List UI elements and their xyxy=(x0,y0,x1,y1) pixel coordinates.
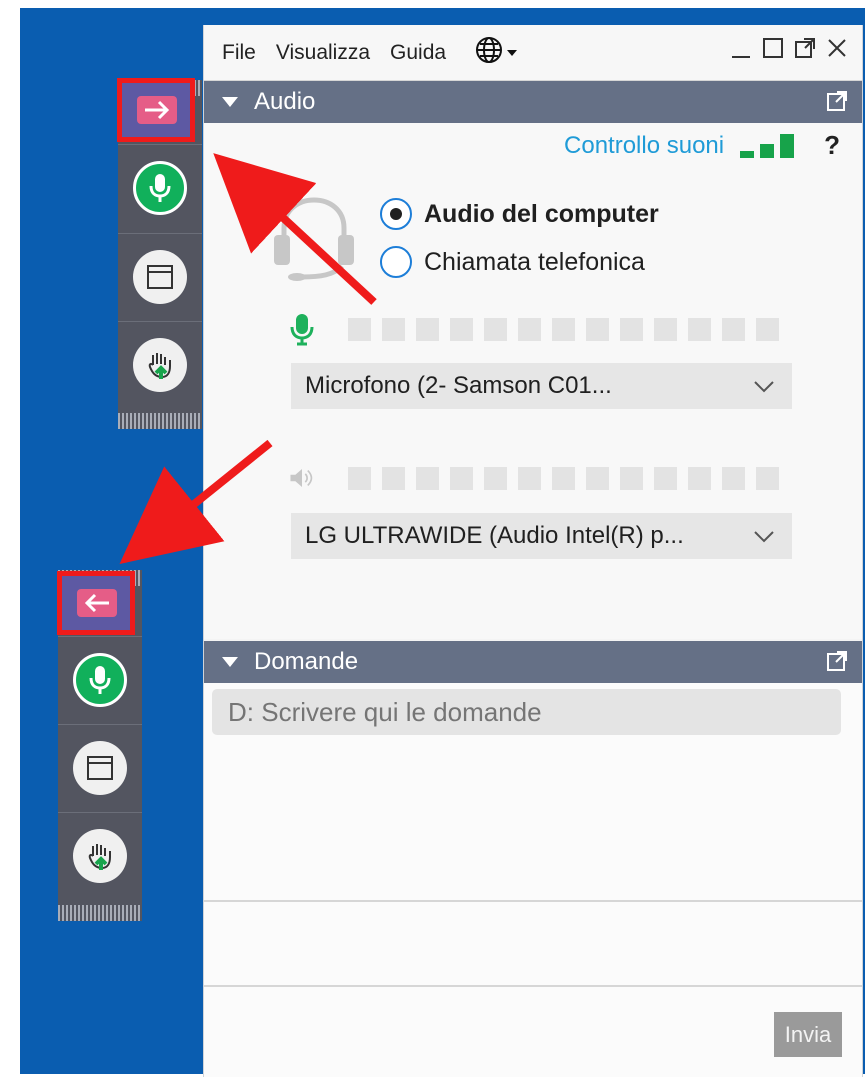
chevron-down-icon xyxy=(752,524,776,548)
microphone-icon xyxy=(133,161,187,215)
screen-icon xyxy=(133,250,187,304)
help-button[interactable]: ? xyxy=(824,130,840,161)
phone-call-radio[interactable] xyxy=(380,246,412,278)
hand-raise-icon xyxy=(73,829,127,883)
speaker-device-value: LG ULTRAWIDE (Audio Intel(R) p... xyxy=(305,522,684,549)
collapse-panel-toggle[interactable] xyxy=(117,78,195,142)
toolbar-microphone-button[interactable] xyxy=(118,144,202,231)
menu-file[interactable]: File xyxy=(220,38,258,67)
headset-icon xyxy=(262,193,356,281)
popout-icon xyxy=(827,651,847,671)
microphone-device-value: Microfono (2- Samson C01... xyxy=(305,372,612,399)
microphone-level-meter xyxy=(288,312,791,346)
audio-panel-header[interactable]: Audio xyxy=(204,81,862,123)
globe-icon xyxy=(474,35,504,71)
speaker-device-select[interactable]: LG ULTRAWIDE (Audio Intel(R) p... xyxy=(291,513,792,559)
audio-mode-radio-group: Audio del computer Chiamata telefonica xyxy=(380,190,659,286)
sound-check-link[interactable]: Controllo suoni xyxy=(564,133,724,158)
phone-call-label: Chiamata telefonica xyxy=(424,247,645,276)
toolbar-raise-hand-button[interactable] xyxy=(118,321,202,408)
audio-panel-title: Audio xyxy=(254,88,316,115)
toolbar-bottom-grip[interactable] xyxy=(118,413,202,429)
minimize-button[interactable] xyxy=(730,33,752,63)
speaker-meter-cells xyxy=(348,466,779,490)
dropdown-arrow-icon xyxy=(506,41,518,65)
audio-panel-popout-button[interactable] xyxy=(824,90,848,114)
caret-down-icon xyxy=(222,97,238,107)
audio-option-phone[interactable]: Chiamata telefonica xyxy=(380,238,659,286)
microphone-icon xyxy=(73,653,127,707)
sound-check-row: Controllo suoni ? xyxy=(564,130,840,161)
questions-panel-popout-button[interactable] xyxy=(824,650,848,674)
caret-down-icon xyxy=(222,657,238,667)
questions-panel-title: Domande xyxy=(254,648,359,675)
close-icon xyxy=(828,39,846,57)
chevron-down-icon xyxy=(752,374,776,398)
screen-icon xyxy=(73,741,127,795)
send-question-button[interactable]: Invia xyxy=(774,1012,842,1057)
screenshot-stage: File Visualizza Guida Audio Controllo su… xyxy=(0,0,865,1080)
speaker-icon xyxy=(288,461,316,495)
minimize-icon xyxy=(732,56,750,58)
popout-icon xyxy=(827,91,847,111)
menu-guide[interactable]: Guida xyxy=(388,38,448,67)
close-button[interactable] xyxy=(826,33,848,63)
meeting-control-panel: File Visualizza Guida Audio Controllo su… xyxy=(203,25,863,1077)
toolbar-screen-button[interactable] xyxy=(58,724,142,811)
questions-panel-header[interactable]: Domande xyxy=(204,641,862,683)
popout-button[interactable] xyxy=(794,33,816,63)
questions-divider-bottom xyxy=(204,985,862,987)
computer-audio-radio[interactable] xyxy=(380,198,412,230)
audio-option-computer[interactable]: Audio del computer xyxy=(380,190,659,238)
popout-icon xyxy=(795,38,815,58)
signal-strength-icon xyxy=(740,133,800,158)
arrow-left-icon xyxy=(77,589,117,617)
speaker-level-meter xyxy=(288,461,791,495)
questions-panel-body xyxy=(204,683,862,1077)
toolbar-screen-button[interactable] xyxy=(118,233,202,320)
expand-panel-toggle[interactable] xyxy=(57,571,135,635)
hand-raise-icon xyxy=(133,338,187,392)
window-controls xyxy=(730,33,848,63)
arrow-right-icon xyxy=(137,96,177,124)
toolbar-bottom-grip[interactable] xyxy=(58,905,142,921)
questions-divider-top xyxy=(204,900,862,902)
maximize-button[interactable] xyxy=(762,33,784,63)
toolbar-raise-hand-button[interactable] xyxy=(58,812,142,899)
microphone-icon xyxy=(288,312,316,346)
maximize-icon xyxy=(763,38,783,58)
language-menu-button[interactable] xyxy=(474,35,518,71)
menu-bar: File Visualizza Guida xyxy=(204,25,862,81)
computer-audio-label: Audio del computer xyxy=(424,199,659,228)
microphone-device-select[interactable]: Microfono (2- Samson C01... xyxy=(291,363,792,409)
menu-view[interactable]: Visualizza xyxy=(274,38,372,67)
question-input[interactable] xyxy=(212,689,841,735)
toolbar-microphone-button[interactable] xyxy=(58,636,142,723)
microphone-meter-cells xyxy=(348,317,779,341)
